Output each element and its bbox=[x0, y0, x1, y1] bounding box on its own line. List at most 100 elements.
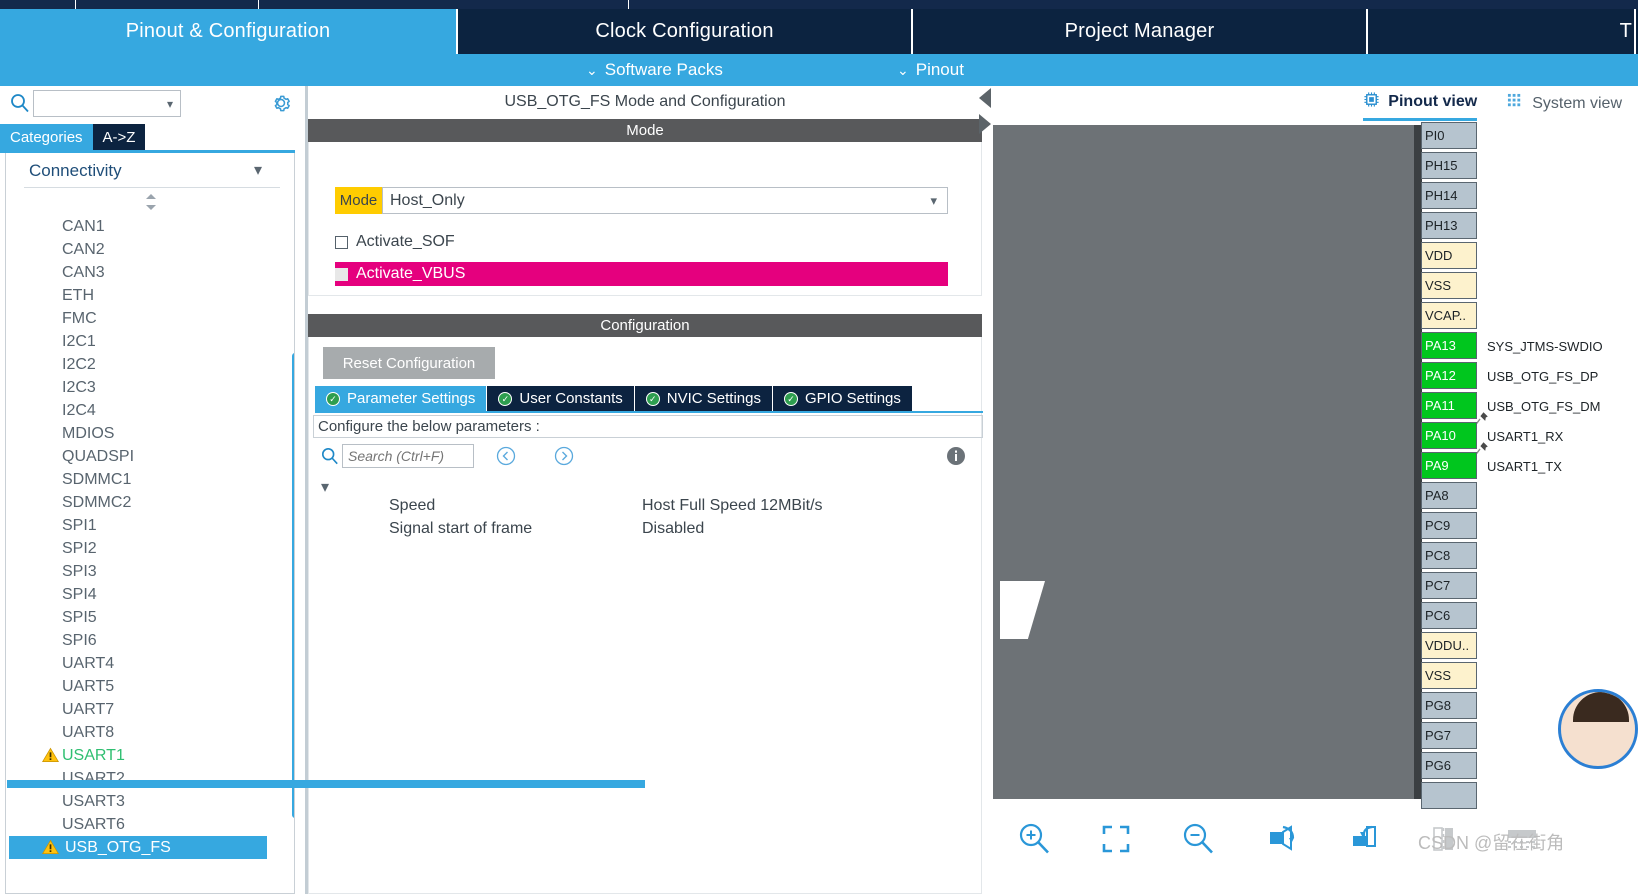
pin-pa9[interactable]: PA9 bbox=[1421, 452, 1477, 479]
rotate-right-icon[interactable] bbox=[1261, 818, 1303, 860]
sidebar-item-spi5[interactable]: SPI5 bbox=[6, 606, 294, 629]
sidebar-item-spi4[interactable]: SPI4 bbox=[6, 583, 294, 606]
pin-vcap[interactable]: VCAP.. bbox=[1421, 302, 1477, 329]
pin-pc6[interactable]: PC6 bbox=[1421, 602, 1477, 629]
pin-pa10[interactable]: PA10 bbox=[1421, 422, 1477, 449]
parameter-row[interactable]: Signal start of frame Disabled bbox=[309, 520, 983, 543]
sort-spinner-icon[interactable] bbox=[144, 193, 158, 211]
peripheral-group-header[interactable]: Connectivity ▾ bbox=[6, 153, 294, 189]
tab-system-view[interactable]: System view bbox=[1507, 93, 1622, 120]
tab-pinout-view[interactable]: Pinout view bbox=[1363, 91, 1478, 121]
parameter-search-input[interactable] bbox=[342, 444, 474, 468]
chip-diagram[interactable]: PI0 PH15 PH14 PH13 VDD VSS VCAP.. PA13 SYS_JTMS-… bbox=[993, 122, 1638, 809]
search-icon bbox=[321, 447, 339, 465]
main-tab-0[interactable]: Pinout & Configuration bbox=[0, 9, 458, 54]
sidebar-item-i2c4[interactable]: I2C4 bbox=[6, 399, 294, 422]
pin-vss[interactable]: VSS bbox=[1421, 662, 1477, 689]
panel-collapse-handles[interactable] bbox=[977, 86, 993, 138]
sidebar-item-can3[interactable]: CAN3 bbox=[6, 261, 294, 284]
pin-name: PC6 bbox=[1425, 608, 1451, 623]
sidebar-item-sdmmc1[interactable]: SDMMC1 bbox=[6, 468, 294, 491]
sidebar-item-spi6[interactable]: SPI6 bbox=[6, 629, 294, 652]
main-tab-1[interactable]: Clock Configuration bbox=[458, 9, 913, 54]
sidebar-item-mdios[interactable]: MDIOS bbox=[6, 422, 294, 445]
pin-pa12[interactable]: PA12 bbox=[1421, 362, 1477, 389]
config-tab-nvic-settings[interactable]: ✓ NVIC Settings bbox=[634, 386, 773, 411]
zoom-out-icon[interactable] bbox=[1177, 818, 1219, 860]
sidebar-item-spi1[interactable]: SPI1 bbox=[6, 514, 294, 537]
pin-pg8[interactable]: PG8 bbox=[1421, 692, 1477, 719]
chevron-down-icon: ▾ bbox=[930, 193, 937, 208]
sidebar-item-usb_otg_fs[interactable]: USB_OTG_FS bbox=[9, 836, 267, 859]
chevron-down-icon[interactable]: ▾ bbox=[254, 160, 262, 180]
sidebar-item-i2c2[interactable]: I2C2 bbox=[6, 353, 294, 376]
pin-pi0[interactable]: PI0 bbox=[1421, 122, 1477, 149]
peripheral-group-label: Connectivity bbox=[29, 161, 122, 180]
pin-vddu[interactable]: VDDU.. bbox=[1421, 632, 1477, 659]
mode-select[interactable]: Host_Only ▾ bbox=[382, 187, 948, 214]
sidebar-item-quadspi[interactable]: QUADSPI bbox=[6, 445, 294, 468]
sidebar-item-sdmmc2[interactable]: SDMMC2 bbox=[6, 491, 294, 514]
pin-pa11[interactable]: PA11 bbox=[1421, 392, 1477, 419]
chevron-down-icon: ▾ bbox=[166, 97, 173, 111]
sidebar-item-spi2[interactable]: SPI2 bbox=[6, 537, 294, 560]
sidebar-scrollbar[interactable] bbox=[292, 353, 294, 818]
sidebar-item-can2[interactable]: CAN2 bbox=[6, 238, 294, 261]
rotate-left-icon[interactable] bbox=[1344, 818, 1386, 860]
config-tab-gpio-settings[interactable]: ✓ GPIO Settings bbox=[773, 386, 913, 411]
chevron-left-circle-icon[interactable] bbox=[496, 446, 516, 466]
info-icon[interactable] bbox=[946, 446, 966, 466]
pin-pc7[interactable]: PC7 bbox=[1421, 572, 1477, 599]
sidebar-item-spi3[interactable]: SPI3 bbox=[6, 560, 294, 583]
pin-name: PH14 bbox=[1425, 188, 1458, 203]
subbar-item-1[interactable]: ⌄ Pinout bbox=[897, 54, 964, 86]
parameter-row[interactable]: Speed Host Full Speed 12MBit/s bbox=[309, 497, 983, 520]
pin-pa13[interactable]: PA13 bbox=[1421, 332, 1477, 359]
chevron-right-circle-icon[interactable] bbox=[554, 446, 574, 466]
sidebar-tab-categories[interactable]: Categories bbox=[0, 124, 93, 150]
pin-vdd[interactable]: VDD bbox=[1421, 242, 1477, 269]
sidebar-item-uart8[interactable]: UART8 bbox=[6, 721, 294, 744]
sidebar-item-can1[interactable]: CAN1 bbox=[6, 215, 294, 238]
pin-ph13[interactable]: PH13 bbox=[1421, 212, 1477, 239]
sidebar-item-i2c3[interactable]: I2C3 bbox=[6, 376, 294, 399]
sidebar-item-eth[interactable]: ETH bbox=[6, 284, 294, 307]
main-tab-2[interactable]: Project Manager bbox=[913, 9, 1368, 54]
pin-pg7[interactable]: PG7 bbox=[1421, 722, 1477, 749]
search-input[interactable]: ▾ bbox=[33, 90, 181, 117]
checkbox-activate-vbus[interactable]: Activate_VBUS bbox=[335, 262, 948, 286]
config-tab-parameter-settings[interactable]: ✓ Parameter Settings bbox=[315, 386, 488, 411]
pin-pc9[interactable]: PC9 bbox=[1421, 512, 1477, 539]
gear-icon[interactable] bbox=[270, 92, 292, 114]
checkbox-activate-sof[interactable]: Activate_SOF bbox=[335, 230, 455, 254]
sidebar-item-usart3[interactable]: USART3 bbox=[6, 790, 294, 813]
zoom-in-icon[interactable] bbox=[1013, 818, 1055, 860]
sidebar-item-uart7[interactable]: UART7 bbox=[6, 698, 294, 721]
config-tab-label: GPIO Settings bbox=[805, 390, 901, 407]
main-tab-label: Clock Configuration bbox=[595, 20, 774, 42]
pin-ph14[interactable]: PH14 bbox=[1421, 182, 1477, 209]
sidebar-item-usart6[interactable]: USART6 bbox=[6, 813, 294, 836]
pin-pg6[interactable]: PG6 bbox=[1421, 752, 1477, 779]
pin-vss[interactable]: VSS bbox=[1421, 272, 1477, 299]
sidebar-item-uart4[interactable]: UART4 bbox=[6, 652, 294, 675]
pin-pc8[interactable]: PC8 bbox=[1421, 542, 1477, 569]
chip-body[interactable] bbox=[993, 125, 1422, 799]
sidebar-tab-a-z[interactable]: A->Z bbox=[92, 124, 146, 150]
sidebar-item-uart5[interactable]: UART5 bbox=[6, 675, 294, 698]
config-tab-user-constants[interactable]: ✓ User Constants bbox=[487, 386, 635, 411]
parameter-group-toggle[interactable]: ▾ bbox=[321, 477, 329, 497]
subbar-item-0[interactable]: ⌄ Software Packs bbox=[586, 54, 723, 86]
main-tab-3[interactable]: T bbox=[1368, 9, 1636, 54]
reset-configuration-button[interactable]: Reset Configuration bbox=[323, 347, 495, 379]
fit-to-screen-icon[interactable] bbox=[1095, 818, 1137, 860]
pin-ph15[interactable]: PH15 bbox=[1421, 152, 1477, 179]
checkbox-label: Activate_SOF bbox=[356, 233, 455, 250]
mode-select-value: Host_Only bbox=[390, 191, 465, 209]
sidebar-item-usart1[interactable]: USART1 bbox=[6, 744, 294, 767]
sidebar-item-fmc[interactable]: FMC bbox=[6, 307, 294, 330]
sidebar-item-label: UART7 bbox=[62, 700, 115, 718]
pin-pa8[interactable]: PA8 bbox=[1421, 482, 1477, 509]
sidebar-tab-label: A->Z bbox=[102, 128, 136, 146]
sidebar-item-i2c1[interactable]: I2C1 bbox=[6, 330, 294, 353]
